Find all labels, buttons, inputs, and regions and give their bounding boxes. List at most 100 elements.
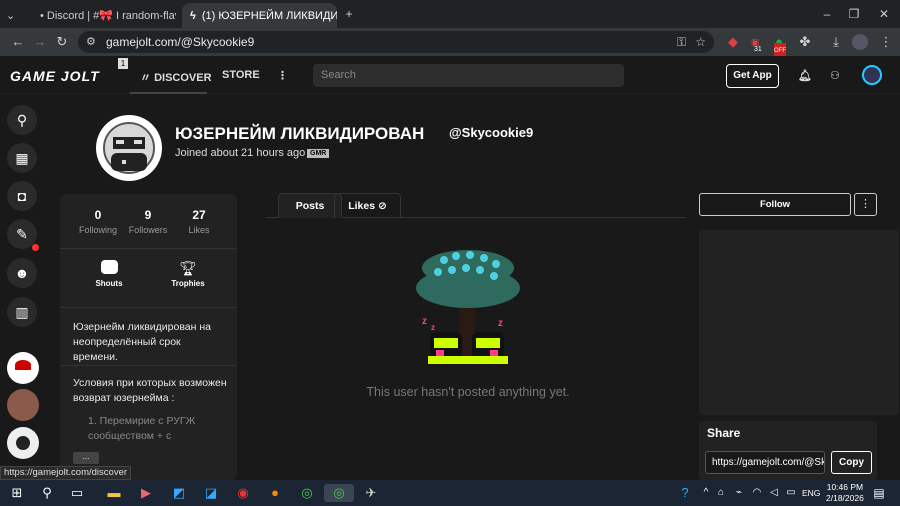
sidebar-community-avatar[interactable] (7, 389, 39, 421)
windows-start-icon[interactable]: ⊞ (8, 484, 26, 502)
stat-label: Likes (188, 225, 210, 235)
gamejolt-header: GAME JOLT 〃 DISCOVER STORE ⋮ Search Get … (0, 56, 900, 94)
hidden-eye-icon: ⊘ (377, 200, 387, 212)
browser-toolbar: ← → ↻ ⚙ gamejolt.com/@Skycookie9 ⚿ ☆ ◆ ▣… (0, 28, 900, 59)
extension-icon[interactable]: ◆ (725, 34, 741, 50)
sidebar-chat-icon[interactable]: ☻ (7, 258, 37, 288)
stat-label: Followers (128, 225, 168, 235)
language-indicator[interactable]: ENG (802, 488, 820, 498)
firefox-icon[interactable]: ● (266, 484, 284, 502)
tab-label: • Discord | #🎀 I random-flavo (40, 10, 176, 22)
wifi-icon[interactable]: ◠ (748, 484, 766, 502)
minimize-icon[interactable]: – (818, 5, 836, 23)
profile-handle: @Skycookie9 (449, 125, 534, 140)
sidebar-library-icon[interactable]: ▥ (7, 297, 37, 327)
address-bar[interactable]: ⚙ gamejolt.com/@Skycookie9 ⚿ ☆ (78, 31, 714, 53)
app-icon[interactable]: ✈ (362, 484, 380, 502)
profile-avatar[interactable] (852, 34, 868, 50)
bio-condition-item: 1. Перемирие с РУГЖ сообществом + с (88, 415, 196, 442)
restore-icon[interactable]: ❐ (845, 5, 863, 23)
friends-icon[interactable]: ⚇ (830, 69, 840, 82)
profile-name: ЮЗЕРНЕЙМ ЛИКВИДИРОВАН (175, 124, 425, 143)
notification-dot (32, 244, 39, 251)
stat-number: 27 (192, 208, 206, 222)
logo-badge: 1 (118, 58, 128, 69)
shouts-button[interactable]: Shouts (84, 260, 134, 288)
new-tab-button[interactable]: + (340, 5, 358, 23)
read-more-button[interactable]: ... (73, 452, 99, 464)
browser-tab-strip: ⌄ • Discord | #🎀 I random-flavo ϟ (1) ЮЗ… (0, 0, 900, 28)
notifications-icon[interactable]: ▤ (870, 484, 888, 502)
menu-dots-icon[interactable]: ⋮ (878, 34, 894, 50)
extensions-puzzle-icon[interactable]: ✤ (797, 34, 813, 50)
sidebar-home-icon[interactable]: ⚲ (7, 105, 37, 135)
gmr-tag: GMR (307, 149, 330, 158)
search-icon[interactable]: ⚲ (38, 484, 56, 502)
left-sidebar: ⚲ ▦ ◘ ✎ ☻ ▥ (0, 94, 46, 480)
profile-avatar-large (96, 115, 162, 181)
more-options-icon[interactable]: ⋮ (854, 193, 877, 216)
task-view-icon[interactable]: ▭ (68, 484, 86, 502)
address-text: gamejolt.com/@Skycookie9 (106, 35, 255, 49)
chrome-active-icon[interactable]: ◎ (324, 484, 354, 502)
get-app-button[interactable]: Get App (726, 64, 779, 88)
sidebar-community-avatar[interactable] (7, 427, 39, 459)
stat-followers[interactable]: 9 Followers (119, 208, 177, 235)
divider (60, 307, 237, 308)
tray-icon[interactable]: ⌁ (730, 484, 748, 502)
extension-off-icon[interactable]: ● OFF (771, 34, 787, 59)
notifications-bell-icon[interactable]: 🔔︎ (798, 69, 812, 82)
tab-posts[interactable]: Posts (278, 193, 342, 218)
tab-discord[interactable]: • Discord | #🎀 I random-flavo (26, 3, 176, 28)
back-icon[interactable]: ← (10, 34, 26, 50)
clock-date: 2/18/2026 (826, 493, 864, 503)
file-explorer-icon[interactable]: ▬ (105, 484, 123, 502)
bookmark-star-icon[interactable]: ☆ (695, 31, 706, 53)
download-icon[interactable]: ⤓ (828, 34, 844, 50)
share-url-input[interactable]: https://gamejolt.com/@Skycookie9 (705, 451, 825, 474)
sidebar-backpack-icon[interactable]: ◘ (7, 181, 37, 211)
key-icon[interactable]: ⚿ (677, 31, 686, 53)
profile-info-card: 0 Following 9 Followers 27 Likes Shouts … (60, 194, 237, 480)
site-info-icon[interactable]: ⚙ (86, 31, 96, 53)
divider (60, 248, 237, 249)
svg-text:z: z (431, 323, 435, 332)
empty-state-text: This user hasn't posted anything yet. (366, 385, 570, 399)
tab-likes[interactable]: Likes ⊘ (334, 193, 401, 218)
follow-button[interactable]: Follow (699, 193, 851, 216)
joined-date: Joined about 21 hours ago (175, 147, 306, 159)
gamejolt-logo[interactable]: GAME JOLT (10, 68, 100, 84)
share-title: Share (707, 426, 741, 440)
help-icon[interactable]: ? (676, 484, 694, 502)
stat-likes[interactable]: 27 Likes (170, 208, 228, 235)
svg-text:z: z (498, 318, 503, 329)
tab-search-button[interactable]: ⌄ (0, 3, 26, 28)
profile-tabs: Posts Likes ⊘ (265, 193, 686, 218)
app-icon[interactable]: ◉ (234, 484, 252, 502)
trophy-icon: 🏆︎ (179, 260, 197, 276)
sidebar-store-icon[interactable]: ▦ (7, 143, 37, 173)
app-icon[interactable]: ◩ (170, 484, 188, 502)
volume-icon[interactable]: ◁ (765, 484, 783, 502)
discover-icon: 〃 (140, 72, 151, 84)
reload-icon[interactable]: ↻ (54, 34, 70, 50)
battery-icon[interactable]: ▭ (782, 484, 800, 502)
app-icon[interactable]: ◪ (202, 484, 220, 502)
copy-button[interactable]: Copy (831, 451, 872, 474)
more-menu-icon[interactable]: ⋮ (277, 69, 288, 82)
chrome-icon[interactable]: ◎ (298, 484, 316, 502)
tab-gamejolt[interactable]: ϟ (1) ЮЗЕРНЕЙМ ЛИКВИДИРОВ × (182, 3, 337, 28)
gamejolt-favicon-icon: ϟ (190, 9, 196, 22)
user-avatar[interactable] (862, 65, 882, 85)
sidebar-community-avatar[interactable] (7, 352, 39, 384)
close-window-icon[interactable]: ✕ (875, 5, 893, 23)
nav-store[interactable]: STORE (222, 69, 260, 81)
trophies-button[interactable]: 🏆︎ Trophies (163, 260, 213, 288)
tray-icon[interactable]: ⌂ (712, 484, 730, 502)
system-clock[interactable]: 10:46 PM 2/18/2026 (826, 482, 864, 504)
media-player-icon[interactable]: ▶ (137, 484, 155, 502)
forward-icon[interactable]: → (32, 34, 48, 50)
nav-discover[interactable]: 〃 DISCOVER (140, 69, 212, 85)
search-input[interactable]: Search (313, 64, 624, 87)
extension-31-icon[interactable]: ▣ 31 (747, 34, 763, 53)
